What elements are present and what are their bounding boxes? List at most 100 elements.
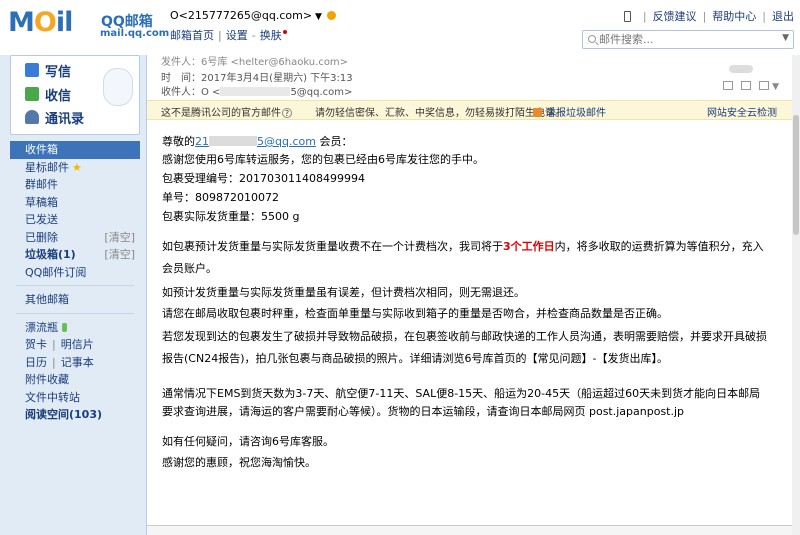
folder-label: QQ邮件订阅 [25, 265, 87, 279]
body-line: 通常情况下EMS到货天数为3-7天、航空便7-11天、SAL便8-15天、船运为… [162, 387, 761, 400]
app-calendar[interactable]: 日历 [25, 356, 47, 369]
app-notes[interactable]: 记事本 [61, 356, 94, 369]
chevron-down-icon[interactable]: ▼ [782, 33, 789, 43]
print-icon[interactable] [759, 81, 770, 90]
sidebar-divider [16, 312, 134, 314]
qq-mail-logo[interactable]: MOil QQ邮箱 mail.qq.com [8, 6, 169, 46]
link-mail-home[interactable]: 邮箱首页 [170, 29, 214, 42]
scrollbar[interactable] [792, 55, 800, 535]
phone-icon[interactable] [623, 11, 631, 22]
folder-inbox[interactable]: 收件箱 [10, 141, 140, 159]
body-line: 如有任何疑问，请咨询6号库客服。 [162, 435, 334, 448]
app-reading-space[interactable]: 阅读空间(103) [10, 406, 140, 424]
warning-icon[interactable] [326, 11, 336, 20]
safety-check-link[interactable]: 网站安全云检测 [707, 104, 777, 119]
primary-actions: 写信 收信 通讯录 [10, 55, 140, 135]
app-drift-bottle[interactable]: 漂流瓶 [10, 319, 140, 337]
folder-label: 垃圾箱(1) [25, 248, 76, 261]
folder-label: 其他邮箱 [25, 293, 69, 306]
body-line: 请您在邮局收取包裹时秤重，检查面单重量与实际收到箱子的重量是否吻合，并检查商品数… [162, 307, 668, 320]
folder-label: 草稿箱 [25, 195, 58, 209]
message-header: 发件人：6号库 <helter@6haoku.com> 时 间：2017年3月4… [147, 55, 793, 99]
logo-domain-text: mail.qq.com [100, 28, 170, 39]
clear-spam-button[interactable]: [清空] [104, 246, 135, 263]
divider: | [52, 355, 56, 369]
link-logout[interactable]: 退出 [772, 10, 794, 23]
body-line: 报告(CN24报告)，拍几张包裹与商品破损的照片。详细请浏览6号库首页的【常见问… [162, 352, 668, 365]
window-icon[interactable] [723, 81, 734, 90]
warning-text: 这不是腾讯公司的官方邮件? [161, 104, 292, 119]
report-spam-link[interactable]: 举报垃圾邮件 [533, 104, 606, 119]
folder-deleted[interactable]: 已删除 [清空] [10, 229, 140, 247]
folder-label: 星标邮件 [25, 160, 69, 174]
redacted-address [220, 87, 291, 96]
time-line: 时 间：2017年3月4日(星期六) 下午3:13 [161, 73, 353, 84]
search-input[interactable] [599, 32, 774, 47]
body-line: 若您发现到达的包裹发生了破损并导致物品破损，在包裹签收前与邮政快递的工作人员沟通… [162, 330, 767, 343]
sender-line: 发件人：6号库 <helter@6haoku.com> [161, 57, 349, 68]
app-label: 附件收藏 [25, 373, 69, 386]
clear-deleted-button[interactable]: [清空] [104, 229, 135, 246]
body-line: 感谢您使用6号库转运服务，您的包裹已经由6号库发往您的手中。 [162, 153, 484, 166]
account-switcher[interactable]: O<215777265@qq.com> ▼ [170, 9, 336, 22]
link-feedback[interactable]: 反馈建议 [653, 10, 697, 23]
scroll-thumb[interactable] [793, 115, 799, 235]
body-line: 包裹实际发货重量：5500 g [162, 210, 300, 223]
search-icon[interactable] [588, 35, 596, 43]
folder-label: 已删除 [25, 230, 58, 244]
app-attachments[interactable]: 附件收藏 [10, 371, 140, 389]
body-line: 包裹受理编号：201703011408499994 [162, 172, 365, 185]
receive-label: 收信 [45, 88, 72, 104]
link-settings[interactable]: 设置 [226, 29, 248, 42]
contacts-button[interactable]: 通讯录 [25, 107, 84, 127]
greeting-suffix: 会员： [315, 135, 353, 148]
folder-label: 群邮件 [25, 178, 58, 191]
receive-button[interactable]: 收信 [25, 84, 71, 104]
app-file-transfer[interactable]: 文件中转站 [10, 389, 140, 407]
body-line: 会员账户。 [162, 262, 217, 275]
app-calendar-row: 日历 | 记事本 [10, 354, 140, 372]
divider: | [762, 10, 766, 23]
recipient-suffix: 5@qq.com> [290, 87, 353, 98]
link-skin[interactable]: 换肤 [260, 29, 282, 42]
divider: | [702, 10, 707, 23]
top-right-links: | 反馈建议 | 帮助中心 | 退出 [623, 8, 794, 24]
chevron-down-icon[interactable]: ▼ [769, 82, 779, 92]
recipient-line: 收件人：O < 5@qq.com> [161, 83, 352, 98]
member-email-link[interactable]: 21 5@qq.com [195, 135, 316, 148]
dots-icon[interactable] [729, 65, 753, 73]
bottom-bar [147, 525, 793, 535]
logo-wordmark: MOil [8, 7, 73, 38]
link-help[interactable]: 帮助中心 [712, 10, 756, 23]
folder-subscriptions[interactable]: QQ邮件订阅 [10, 264, 140, 282]
app-label: 阅读空间(103) [25, 408, 103, 421]
warning-tip: 请勿轻信密保、汇款、中奖信息，勿轻易拨打陌生电话。 [315, 108, 565, 119]
folder-sent[interactable]: 已发送 [10, 211, 140, 229]
write-button[interactable]: 写信 [25, 60, 71, 80]
folder-starred[interactable]: 星标邮件 ★ [10, 159, 140, 177]
folder-spam[interactable]: 垃圾箱(1) [清空] [10, 246, 140, 264]
write-label: 写信 [45, 64, 72, 80]
body-line: 如预计发货重量与实际发货重量虽有误差，但计费档次相同，则无需退还。 [162, 286, 525, 299]
highlight-text: 3个工作日 [503, 240, 555, 253]
divider: | [642, 10, 647, 23]
search-box: ▼ [582, 30, 794, 49]
body-line: 感谢您的惠顾，祝您海淘愉快。 [162, 456, 316, 469]
app-postcard[interactable]: 明信片 [61, 338, 94, 351]
folder-group[interactable]: 群邮件 [10, 176, 140, 194]
redacted-digits [209, 136, 257, 146]
penguin-mascot-icon [103, 68, 133, 106]
folder-drafts[interactable]: 草稿箱 [10, 194, 140, 212]
app-cards: 贺卡 | 明信片 [10, 336, 140, 354]
star-icon: ★ [72, 160, 82, 174]
help-icon[interactable]: ? [282, 108, 292, 118]
divider: | [52, 338, 56, 351]
inbox-download-icon [25, 87, 39, 101]
top-header: MOil QQ邮箱 mail.qq.com O<215777265@qq.com… [0, 0, 800, 55]
app-label: 漂流瓶 [25, 320, 58, 334]
folder-other-mailboxes[interactable]: 其他邮箱 [10, 291, 140, 309]
app-greeting-card[interactable]: 贺卡 [25, 338, 47, 351]
new-dot-icon [282, 30, 287, 34]
popout-icon[interactable] [741, 81, 752, 90]
app-label: 文件中转站 [25, 390, 80, 404]
